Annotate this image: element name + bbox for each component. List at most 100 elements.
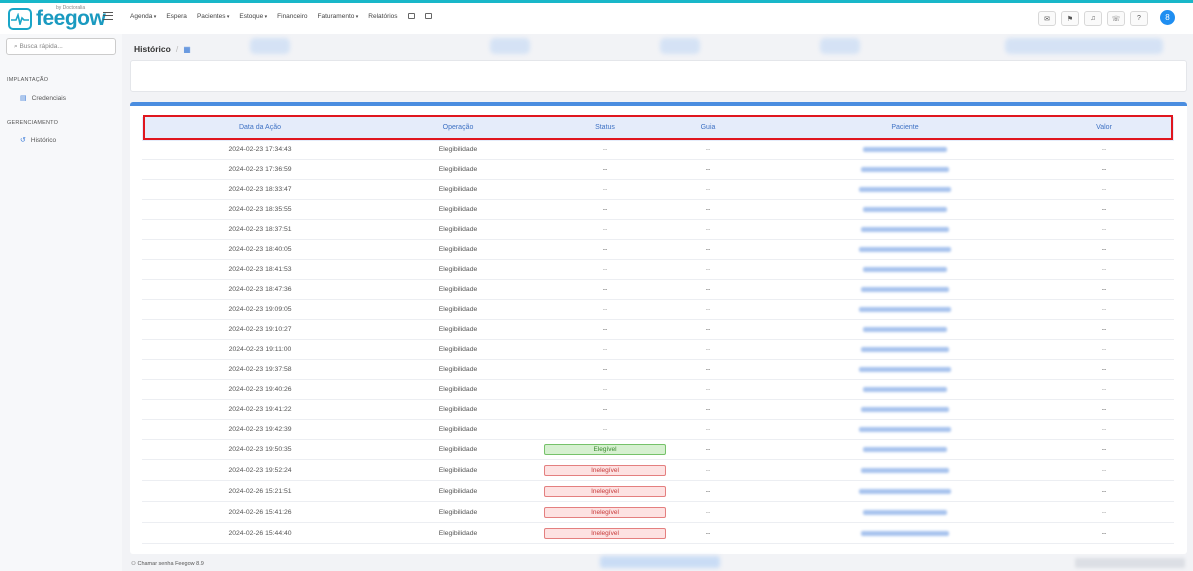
- cell-valor: --: [1101, 306, 1107, 313]
- table-row[interactable]: 2024-02-23 19:41:22 Elegibilidade -- -- --: [142, 400, 1174, 420]
- cell-paciente-redacted: [863, 147, 947, 152]
- table-row[interactable]: 2024-02-23 18:41:53 Elegibilidade -- -- --: [142, 260, 1174, 280]
- menu-toggle-icon[interactable]: [103, 12, 113, 20]
- cell-status: --: [602, 246, 608, 253]
- table-row[interactable]: 2024-02-23 18:40:05 Elegibilidade -- -- --: [142, 240, 1174, 260]
- cell-guia: --: [705, 166, 711, 173]
- page-title: Histórico: [134, 44, 171, 54]
- cell-date: 2024-02-23 18:47:36: [228, 286, 292, 293]
- pulse-icon: [8, 8, 32, 30]
- bell-icon: ⚇: [131, 561, 136, 567]
- cell-guia: --: [705, 366, 711, 373]
- cell-paciente-redacted: [863, 207, 947, 212]
- table-row[interactable]: 2024-02-23 19:10:27 Elegibilidade -- -- --: [142, 320, 1174, 340]
- bell-icon[interactable]: ♫: [1084, 11, 1102, 26]
- header-status[interactable]: Status: [595, 124, 615, 131]
- cell-valor: --: [1101, 286, 1107, 293]
- flag-icon[interactable]: ⚑: [1061, 11, 1079, 26]
- table-row[interactable]: 2024-02-23 18:47:36 Elegibilidade -- -- --: [142, 280, 1174, 300]
- menu-item[interactable]: Relatórios: [368, 13, 397, 20]
- chat-icon[interactable]: ☏: [1107, 11, 1125, 26]
- cell-status: --: [602, 306, 608, 313]
- cell-operacao: Elegibilidade: [438, 386, 478, 393]
- cell-valor: --: [1101, 530, 1107, 537]
- cell-valor: --: [1101, 446, 1107, 453]
- cell-valor: --: [1101, 346, 1107, 353]
- filter-card: [130, 60, 1187, 92]
- table-row[interactable]: 2024-02-23 19:09:05 Elegibilidade -- -- --: [142, 300, 1174, 320]
- header-guia[interactable]: Guia: [701, 124, 716, 131]
- sidebar-item-label: Histórico: [30, 136, 57, 144]
- table-row[interactable]: 2024-02-23 18:37:51 Elegibilidade -- -- --: [142, 220, 1174, 240]
- footer-text[interactable]: Chamar senha Feegow 8.9: [137, 561, 203, 567]
- cell-guia: --: [705, 386, 711, 393]
- table-row[interactable]: 2024-02-23 17:36:59 Elegibilidade -- -- --: [142, 160, 1174, 180]
- help-icon[interactable]: ?: [1130, 11, 1148, 26]
- cell-date: 2024-02-23 18:40:05: [228, 246, 292, 253]
- cell-operacao: Elegibilidade: [438, 266, 478, 273]
- table-row[interactable]: 2024-02-23 18:33:47 Elegibilidade -- -- --: [142, 180, 1174, 200]
- menu-item[interactable]: Espera: [166, 13, 187, 20]
- sidebar-item-historico[interactable]: ↺ Histórico: [20, 136, 57, 145]
- menu-item[interactable]: Financeiro: [277, 13, 307, 20]
- menu-item[interactable]: Pacientes: [197, 13, 229, 20]
- menu-item[interactable]: Agenda: [130, 13, 156, 20]
- cell-operacao: Elegibilidade: [438, 226, 478, 233]
- sidebar-item-credenciais[interactable]: ▤ Credenciais: [20, 94, 66, 103]
- table-icon[interactable]: ▦: [183, 45, 191, 54]
- quick-search-input[interactable]: ⌕ Busca rápida...: [6, 38, 116, 55]
- cell-valor: --: [1101, 386, 1107, 393]
- sidebar-item-label: Credenciais: [31, 94, 66, 102]
- header-data-acao[interactable]: Data da Ação: [239, 124, 281, 131]
- table-row[interactable]: 2024-02-26 15:44:40 Elegibilidade Inelegív…: [142, 524, 1174, 544]
- header-operacao[interactable]: Operação: [443, 124, 474, 131]
- cell-guia: --: [705, 446, 711, 453]
- table-row[interactable]: 2024-02-23 19:11:00 Elegibilidade -- -- --: [142, 340, 1174, 360]
- gear-icon[interactable]: [424, 13, 432, 19]
- search-placeholder: Busca rápida...: [19, 43, 63, 50]
- blurred-region: [660, 38, 700, 54]
- table-row[interactable]: 2024-02-23 17:34:43 Elegibilidade -- -- --: [142, 140, 1174, 160]
- header-paciente[interactable]: Paciente: [891, 124, 918, 131]
- cell-paciente-redacted: [861, 167, 949, 172]
- table-row[interactable]: 2024-02-23 18:35:55 Elegibilidade -- -- --: [142, 200, 1174, 220]
- table-row[interactable]: 2024-02-23 19:50:35 Elegibilidade Elegível…: [142, 440, 1174, 460]
- printer-icon[interactable]: [407, 13, 415, 19]
- cell-date: 2024-02-23 19:50:35: [228, 446, 292, 453]
- table-row[interactable]: 2024-02-23 19:37:58 Elegibilidade -- -- --: [142, 360, 1174, 380]
- cell-paciente-redacted: [861, 347, 949, 352]
- cell-status: --: [602, 146, 608, 153]
- document-icon: ▤: [20, 95, 27, 102]
- table-row[interactable]: 2024-02-23 19:40:26 Elegibilidade -- -- --: [142, 380, 1174, 400]
- blurred-region: [1075, 558, 1185, 568]
- cell-paciente-redacted: [859, 427, 951, 432]
- menu-item[interactable]: Estoque: [239, 13, 267, 20]
- cell-paciente-redacted: [859, 247, 951, 252]
- user-avatar[interactable]: 8: [1160, 10, 1175, 25]
- table-row[interactable]: 2024-02-26 15:21:51 Elegibilidade Inelegív…: [142, 482, 1174, 502]
- cell-guia: --: [705, 286, 711, 293]
- cell-operacao: Elegibilidade: [438, 446, 478, 453]
- cell-paciente-redacted: [861, 468, 949, 473]
- blurred-region: [820, 38, 860, 54]
- table-row[interactable]: 2024-02-26 15:41:26 Elegibilidade Inelegív…: [142, 503, 1174, 523]
- cell-paciente-redacted: [861, 531, 949, 536]
- cell-paciente-redacted: [859, 489, 951, 494]
- cell-operacao: Elegibilidade: [438, 306, 478, 313]
- cell-date: 2024-02-23 19:37:58: [228, 366, 292, 373]
- cell-operacao: Elegibilidade: [438, 146, 478, 153]
- status-badge-inelegivel: Inelegível: [544, 486, 666, 497]
- status-badge-elegivel: Elegível: [544, 444, 666, 455]
- cell-status: --: [602, 286, 608, 293]
- table-row[interactable]: 2024-02-23 19:52:24 Elegibilidade Inelegív…: [142, 461, 1174, 481]
- cell-valor: --: [1101, 406, 1107, 413]
- cell-operacao: Elegibilidade: [438, 467, 478, 474]
- footer-status: ⚇ Chamar senha Feegow 8.9: [131, 561, 204, 567]
- cell-date: 2024-02-26 15:44:40: [228, 530, 292, 537]
- feegow-logo[interactable]: feegow by Doctoralia: [8, 5, 106, 31]
- blurred-region: [490, 38, 530, 54]
- mail-icon[interactable]: ✉: [1038, 11, 1056, 26]
- table-row[interactable]: 2024-02-23 19:42:39 Elegibilidade -- -- --: [142, 420, 1174, 440]
- menu-item[interactable]: Faturamento: [318, 13, 359, 20]
- header-valor[interactable]: Valor: [1096, 124, 1112, 131]
